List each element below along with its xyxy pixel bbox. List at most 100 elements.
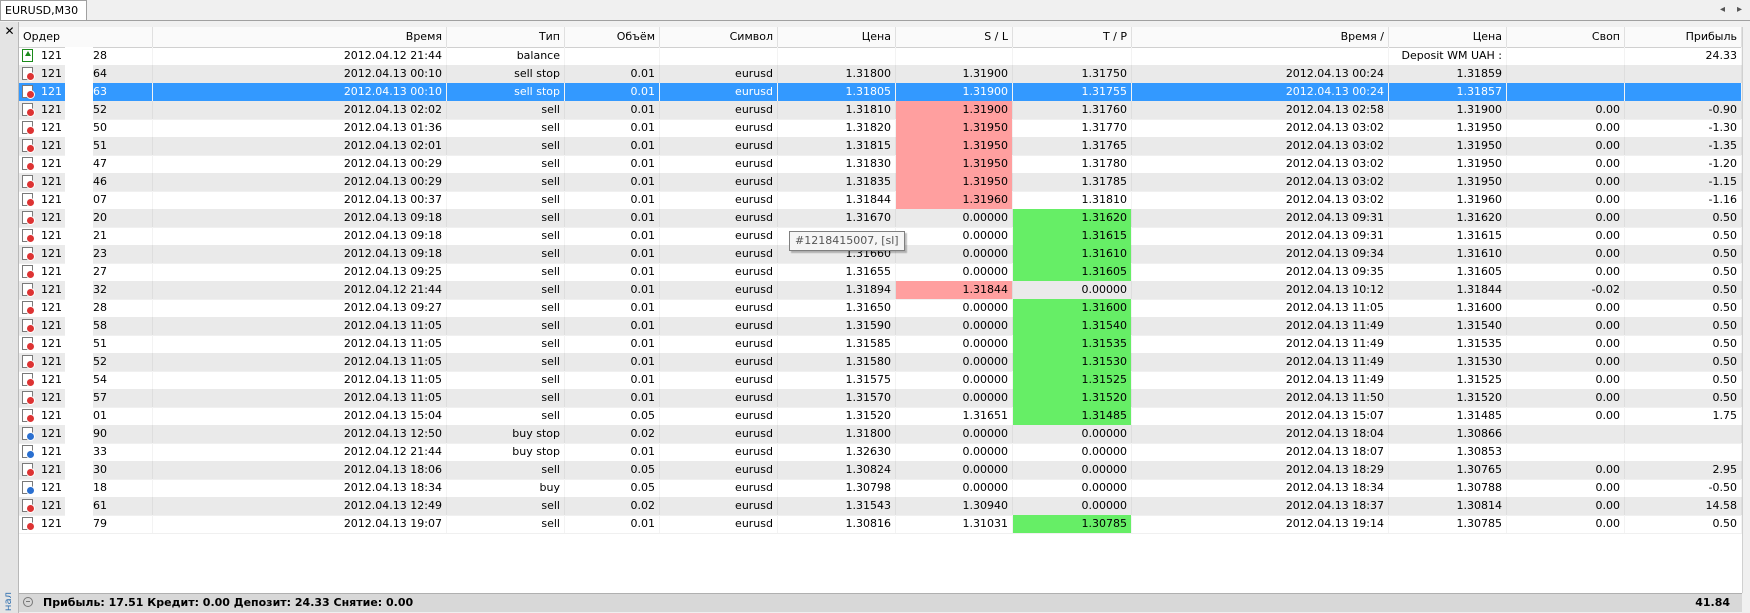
cell-price: 1.31805 bbox=[778, 83, 896, 101]
cell-swap: 0.00 bbox=[1507, 227, 1625, 245]
tab-prev-button[interactable]: ◂ bbox=[1714, 2, 1731, 17]
cell-price: 1.31810 bbox=[778, 101, 896, 119]
cell-order: 121 18 bbox=[19, 479, 153, 497]
table-row[interactable]: 121 63 2012.04.13 00:10 sell stop 0.01 eurusd… bbox=[19, 83, 1742, 102]
cell-volume bbox=[565, 47, 660, 65]
sell-order-icon bbox=[22, 193, 35, 207]
cell-type: sell bbox=[447, 335, 565, 353]
cell-type: buy bbox=[447, 479, 565, 497]
table-row[interactable]: 121 64 2012.04.13 00:10 sell stop 0.01 eurusd… bbox=[19, 65, 1742, 84]
cell-symbol: eurusd bbox=[660, 371, 778, 389]
summary-total-profit: 41.84 bbox=[1695, 596, 1730, 609]
cell-close-time: 2012.04.13 09:35 bbox=[1132, 263, 1389, 281]
cell-price: 1.30816 bbox=[778, 515, 896, 533]
order-number: 121 bbox=[41, 283, 62, 296]
cell-order: 121 52 bbox=[19, 353, 153, 371]
table-row[interactable]: 121 79 2012.04.13 19:07 sell 0.01 eurusd 1.308… bbox=[19, 515, 1742, 534]
cell-sl: 1.31900 bbox=[896, 65, 1013, 83]
table-row[interactable]: 121 51 2012.04.13 02:01 sell 0.01 eurusd 1.318… bbox=[19, 137, 1742, 156]
cell-tp: 0.00000 bbox=[1013, 443, 1132, 461]
cell-symbol: eurusd bbox=[660, 263, 778, 281]
column-header-type[interactable]: Тип bbox=[447, 27, 565, 47]
table-row[interactable]: 121 50 2012.04.13 01:36 sell 0.01 eurusd 1.318… bbox=[19, 119, 1742, 138]
table-row[interactable]: 121 47 2012.04.13 00:29 sell 0.01 eurusd 1.318… bbox=[19, 155, 1742, 174]
table-body: 121 28 2012.04.12 21:44 balance Deposit WM U… bbox=[19, 47, 1742, 593]
table-row[interactable]: 121 07 2012.04.13 00:37 sell 0.01 eurusd 1.318… bbox=[19, 191, 1742, 210]
column-header-close-time[interactable]: Время / bbox=[1132, 27, 1389, 47]
table-row[interactable]: 121 28 2012.04.12 21:44 balance Deposit WM U… bbox=[19, 47, 1742, 66]
order-badge-icon bbox=[26, 234, 35, 243]
table-row[interactable]: 121 18 2012.04.13 18:34 buy 0.05 eurusd 1.3079… bbox=[19, 479, 1742, 498]
column-header-sl[interactable]: S / L bbox=[896, 27, 1013, 47]
order-redaction bbox=[65, 65, 93, 83]
table-row[interactable]: 121 46 2012.04.13 00:29 sell 0.01 eurusd 1.318… bbox=[19, 173, 1742, 192]
table-row[interactable]: 121 33 2012.04.12 21:44 buy stop 0.01 eurusd 1… bbox=[19, 443, 1742, 462]
table-row[interactable]: 121 20 2012.04.13 09:18 sell 0.01 eurusd 1.316… bbox=[19, 209, 1742, 228]
column-header-symbol[interactable]: Символ bbox=[660, 27, 778, 47]
cell-price: 1.31844 bbox=[778, 191, 896, 209]
table-row[interactable]: 121 27 2012.04.13 09:25 sell 0.01 eurusd 1.316… bbox=[19, 263, 1742, 282]
table-row[interactable]: 121 32 2012.04.12 21:44 sell 0.01 eurusd 1.318… bbox=[19, 281, 1742, 300]
order-badge-icon bbox=[26, 270, 35, 279]
cell-symbol: eurusd bbox=[660, 245, 778, 263]
table-row[interactable]: 121 54 2012.04.13 11:05 sell 0.01 eurusd 1.315… bbox=[19, 371, 1742, 390]
table-row[interactable]: 121 58 2012.04.13 11:05 sell 0.01 eurusd 1.315… bbox=[19, 317, 1742, 336]
order-badge-icon bbox=[26, 90, 35, 99]
order-number-tail: 33 bbox=[93, 445, 107, 458]
table-row[interactable]: 121 51 2012.04.13 11:05 sell 0.01 eurusd 1.315… bbox=[19, 335, 1742, 354]
table-row[interactable]: 121 61 2012.04.13 12:49 sell 0.02 eurusd 1.315… bbox=[19, 497, 1742, 516]
order-number-tail: 30 bbox=[93, 463, 107, 476]
cell-type: buy stop bbox=[447, 443, 565, 461]
order-redaction bbox=[65, 137, 93, 155]
account-history-table: Ордер Время Тип Объём Символ Цена S / LT / P Вр… bbox=[19, 27, 1742, 593]
table-header: Ордер Время Тип Объём Символ Цена S / LT / P Вр… bbox=[19, 27, 1742, 48]
order-number: 121 bbox=[41, 355, 62, 368]
column-header-close-price[interactable]: Цена bbox=[1389, 27, 1507, 47]
column-header-profit[interactable]: Прибыль bbox=[1625, 27, 1742, 47]
table-row[interactable]: 121 52 2012.04.13 11:05 sell 0.01 eurusd 1.315… bbox=[19, 353, 1742, 372]
table-row[interactable]: 121 52 2012.04.13 02:02 sell 0.01 eurusd 1.318… bbox=[19, 101, 1742, 120]
order-badge-icon bbox=[26, 324, 35, 333]
tab-eurusd-m30[interactable]: EURUSD,M30 bbox=[0, 0, 88, 20]
terminal-side-strip: ✕ нал bbox=[0, 22, 19, 613]
order-number: 121 bbox=[41, 409, 62, 422]
table-row[interactable]: 121 90 2012.04.13 12:50 buy stop 0.02 eurusd 1… bbox=[19, 425, 1742, 444]
order-badge-icon bbox=[26, 360, 35, 369]
cell-order: 121 27 bbox=[19, 263, 153, 281]
cell-volume: 0.01 bbox=[565, 101, 660, 119]
tab-next-button[interactable]: ▸ bbox=[1731, 2, 1748, 17]
order-number: 121 bbox=[41, 517, 62, 530]
column-header-volume[interactable]: Объём bbox=[565, 27, 660, 47]
cell-price: 1.31815 bbox=[778, 137, 896, 155]
column-header-swap[interactable]: Своп bbox=[1507, 27, 1625, 47]
cell-sl: 0.00000 bbox=[896, 335, 1013, 353]
column-header-price[interactable]: Цена bbox=[778, 27, 896, 47]
table-row[interactable]: 121 30 2012.04.13 18:06 sell 0.05 eurusd 1.308… bbox=[19, 461, 1742, 480]
order-number-tail: 23 bbox=[93, 247, 107, 260]
cell-volume: 0.01 bbox=[565, 263, 660, 281]
cell-symbol: eurusd bbox=[660, 407, 778, 425]
cell-sl: 0.00000 bbox=[896, 245, 1013, 263]
cell-close-price: 1.31900 bbox=[1389, 101, 1507, 119]
table-row[interactable]: 121 57 2012.04.13 11:05 sell 0.01 eurusd 1.315… bbox=[19, 389, 1742, 408]
cell-type: sell bbox=[447, 245, 565, 263]
close-panel-button[interactable]: ✕ bbox=[3, 24, 16, 38]
order-number: 121 bbox=[41, 121, 62, 134]
cell-close-time: 2012.04.13 11:49 bbox=[1132, 353, 1389, 371]
column-header-tp[interactable]: T / P bbox=[1013, 27, 1132, 47]
cell-type: sell bbox=[447, 119, 565, 137]
cell-close-price: 1.31950 bbox=[1389, 137, 1507, 155]
cell-close-time: 2012.04.13 18:29 bbox=[1132, 461, 1389, 479]
column-header-open-time[interactable]: Время bbox=[153, 27, 447, 47]
cell-type: sell bbox=[447, 389, 565, 407]
vertical-scrollbar[interactable] bbox=[1742, 27, 1750, 593]
column-header-order[interactable]: Ордер bbox=[19, 27, 153, 47]
cell-profit: 0.50 bbox=[1625, 299, 1742, 317]
cell-volume: 0.01 bbox=[565, 227, 660, 245]
table-row[interactable]: 121 01 2012.04.13 15:04 sell 0.05 eurusd 1.315… bbox=[19, 407, 1742, 426]
cell-tp: 1.31540 bbox=[1013, 317, 1132, 335]
sell-order-icon bbox=[22, 499, 35, 513]
cell-close-price: 1.31859 bbox=[1389, 65, 1507, 83]
cell-sl: 0.00000 bbox=[896, 479, 1013, 497]
table-row[interactable]: 121 28 2012.04.13 09:27 sell 0.01 eurusd 1.316… bbox=[19, 299, 1742, 318]
